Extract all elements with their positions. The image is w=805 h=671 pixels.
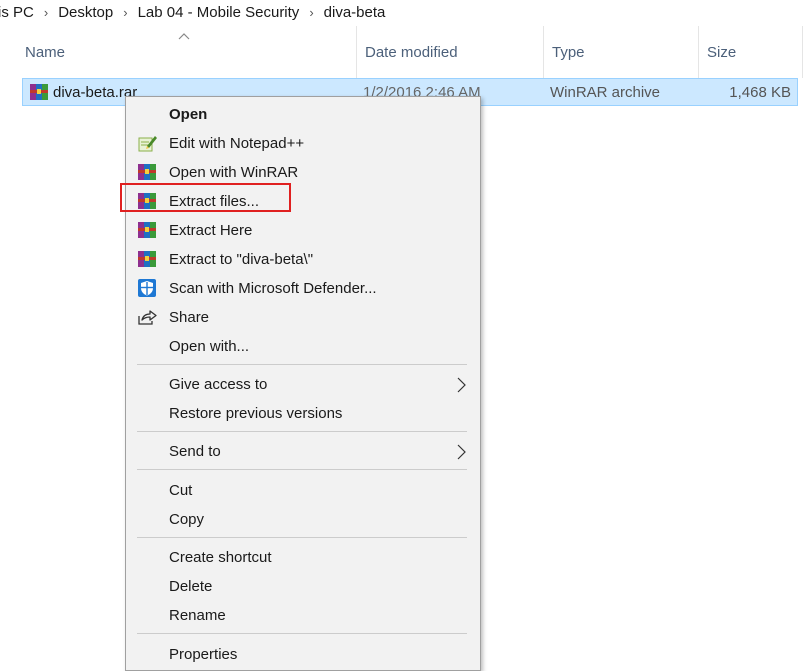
menu-item-label: Create shortcut xyxy=(169,548,272,566)
menu-item-label: Edit with Notepad++ xyxy=(169,134,305,152)
chevron-right-icon: › xyxy=(43,4,49,20)
chevron-right-icon xyxy=(457,444,466,460)
breadcrumb-item-lab-folder[interactable]: Lab 04 - Mobile Security xyxy=(136,4,302,21)
menu-item-label: Properties xyxy=(169,645,238,663)
menu-separator xyxy=(137,469,467,470)
menu-item-extract-here[interactable]: Extract Here xyxy=(126,216,480,244)
chevron-right-icon: › xyxy=(309,4,314,20)
menu-item-label: Extract Here xyxy=(169,221,253,239)
column-header-type-label: Type xyxy=(552,43,585,61)
file-size: 1,468 KB xyxy=(729,84,791,101)
menu-item-give-access-to[interactable]: Give access to xyxy=(126,370,480,398)
menu-item-create-shortcut[interactable]: Create shortcut xyxy=(126,543,480,571)
winrar-icon xyxy=(138,222,156,238)
column-header-size-label: Size xyxy=(707,43,737,61)
share-icon xyxy=(138,310,157,325)
column-header-size[interactable]: Size xyxy=(698,26,805,78)
menu-item-label: Open xyxy=(169,105,208,123)
menu-item-copy[interactable]: Copy xyxy=(126,505,480,533)
winrar-icon xyxy=(138,164,156,180)
winrar-icon xyxy=(30,84,48,100)
menu-item-label: Scan with Microsoft Defender... xyxy=(169,279,377,297)
menu-item-label: Give access to xyxy=(169,375,268,393)
chevron-right-icon: › xyxy=(123,4,128,20)
menu-separator xyxy=(137,364,467,365)
menu-item-rename[interactable]: Rename xyxy=(126,601,480,629)
column-header-name-label: Name xyxy=(25,43,66,61)
winrar-icon xyxy=(138,251,156,267)
notepadpp-icon xyxy=(138,136,157,152)
breadcrumb-item-diva-beta[interactable]: diva-beta xyxy=(322,4,388,21)
menu-item-label: Open with WinRAR xyxy=(169,163,299,181)
menu-item-open-with-winrar[interactable]: Open with WinRAR xyxy=(126,158,480,186)
menu-item-scan-with-defender[interactable]: Scan with Microsoft Defender... xyxy=(126,274,480,302)
menu-item-label: Open with... xyxy=(169,337,250,355)
menu-separator xyxy=(137,633,467,634)
menu-item-send-to[interactable]: Send to xyxy=(126,437,480,465)
defender-shield-icon xyxy=(138,279,156,297)
menu-item-label: Send to xyxy=(169,442,221,460)
menu-item-label: Share xyxy=(169,308,210,326)
chevron-up-icon xyxy=(178,33,190,40)
column-header-type[interactable]: Type xyxy=(543,26,698,78)
column-header-row: Name Date modified Type Size xyxy=(0,26,805,78)
breadcrumb-item-desktop[interactable]: Desktop xyxy=(56,4,115,21)
chevron-right-icon xyxy=(457,377,466,393)
column-header-date-label: Date modified xyxy=(365,43,458,61)
file-type: WinRAR archive xyxy=(550,84,661,101)
menu-separator xyxy=(137,537,467,538)
menu-item-edit-with-notepadpp[interactable]: Edit with Notepad++ xyxy=(126,129,480,157)
menu-item-label: Delete xyxy=(169,577,213,595)
menu-item-delete[interactable]: Delete xyxy=(126,572,480,600)
menu-item-label: Rename xyxy=(169,606,226,624)
column-header-date-modified[interactable]: Date modified xyxy=(356,26,543,78)
column-header-name[interactable]: Name xyxy=(0,26,356,78)
breadcrumb: is PC › Desktop › Lab 04 - Mobile Securi… xyxy=(0,0,805,24)
menu-item-label: Restore previous versions xyxy=(169,404,343,422)
menu-separator xyxy=(137,431,467,432)
menu-item-cut[interactable]: Cut xyxy=(126,476,480,504)
menu-item-open[interactable]: Open xyxy=(126,100,480,128)
menu-item-share[interactable]: Share xyxy=(126,303,480,331)
menu-item-label: Extract to "diva-beta\" xyxy=(169,250,314,268)
menu-item-extract-to-folder[interactable]: Extract to "diva-beta\" xyxy=(126,245,480,273)
menu-item-label: Cut xyxy=(169,481,193,499)
breadcrumb-item-this-pc[interactable]: is PC xyxy=(0,4,36,21)
menu-item-restore-previous-versions[interactable]: Restore previous versions xyxy=(126,399,480,427)
menu-item-label: Copy xyxy=(169,510,205,528)
menu-item-properties[interactable]: Properties xyxy=(126,640,480,668)
highlight-annotation-box xyxy=(120,183,291,212)
menu-item-open-with[interactable]: Open with... xyxy=(126,332,480,360)
